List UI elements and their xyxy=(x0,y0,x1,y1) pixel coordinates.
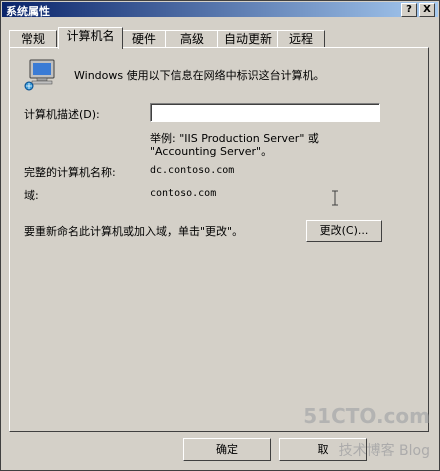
tab-computer-name[interactable]: 计算机名 xyxy=(58,27,123,49)
watermark-site: 51CTO.com xyxy=(303,404,430,428)
tab-general[interactable]: 常规 xyxy=(9,30,57,48)
example-line-2: "Accounting Server"。 xyxy=(150,145,273,158)
full-name-value: dc.contoso.com xyxy=(150,165,235,176)
computer-network-icon xyxy=(24,59,55,91)
help-button[interactable]: ? xyxy=(401,3,417,17)
tab-automatic-updates[interactable]: 自动更新 xyxy=(217,30,279,48)
full-name-label: 完整的计算机名称: xyxy=(24,166,116,179)
text-cursor-icon xyxy=(332,190,338,206)
description-label: 计算机描述(D): xyxy=(24,108,100,121)
change-button[interactable]: 更改(C)... xyxy=(306,220,382,242)
computer-name-panel: Windows 使用以下信息在网络中标识这台计算机。 计算机描述(D): 举例:… xyxy=(9,47,429,432)
close-button[interactable]: X xyxy=(419,3,435,17)
tab-remote[interactable]: 远程 xyxy=(277,30,325,48)
watermark-blog: 技术博客 Blog xyxy=(338,443,430,459)
rename-instructions: 要重新命名此计算机或加入域，单击"更改"。 xyxy=(24,225,244,238)
domain-value: contoso.com xyxy=(150,188,217,199)
ok-button[interactable]: 确定 xyxy=(183,438,271,461)
domain-label: 域: xyxy=(24,189,39,202)
title-bar[interactable]: 系统属性 ? X xyxy=(2,2,438,18)
description-input[interactable] xyxy=(150,103,380,122)
system-properties-window: 系统属性 ? X 常规 计算机名 硬件 高级 自动更新 远程 Windows 使… xyxy=(0,0,440,471)
intro-text: Windows 使用以下信息在网络中标识这台计算机。 xyxy=(74,69,325,82)
tab-hardware[interactable]: 硬件 xyxy=(121,30,167,48)
window-title: 系统属性 xyxy=(6,5,50,18)
tab-advanced[interactable]: 高级 xyxy=(165,30,219,48)
